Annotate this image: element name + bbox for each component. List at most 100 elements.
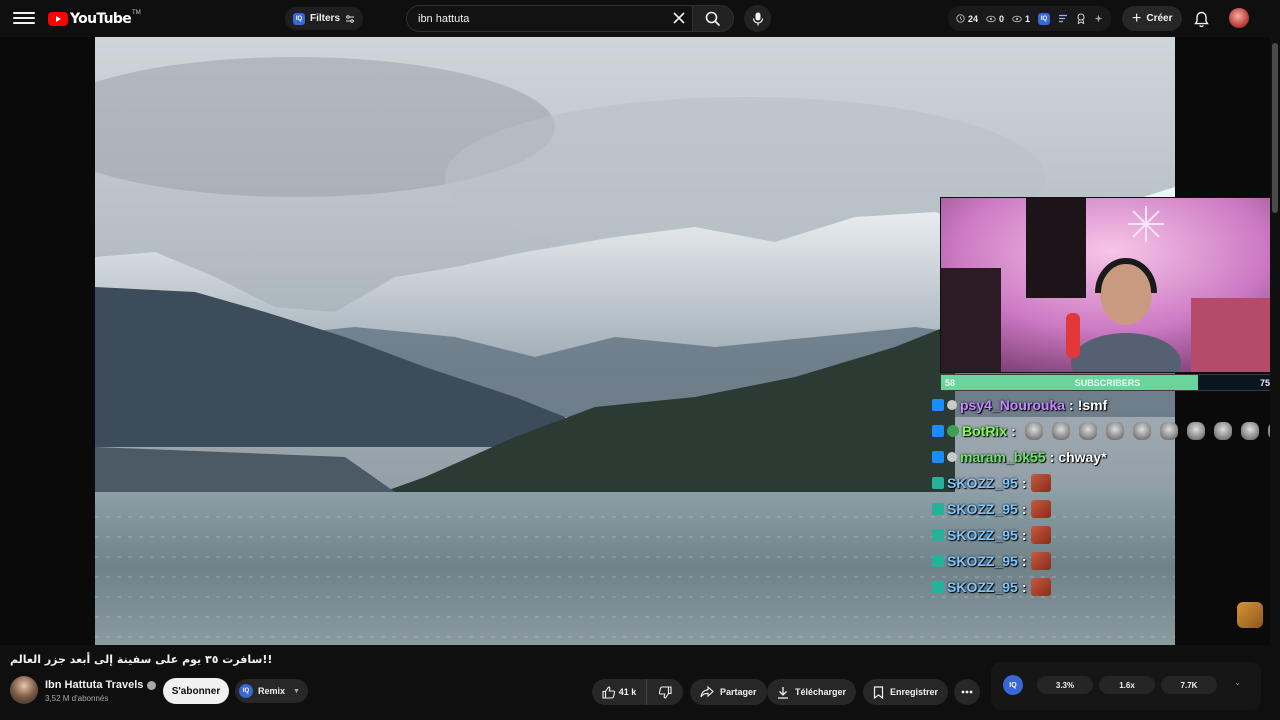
- subscribe-button[interactable]: S'abonner: [163, 678, 229, 704]
- extension-panel: IQ 3.3% 1.6x 7.7K ⌄: [991, 662, 1261, 710]
- share-button[interactable]: Partager: [690, 679, 767, 705]
- chevron-down-icon: ▼: [293, 687, 300, 695]
- subscriber-goal-label: SUBSCRIBERS: [1074, 378, 1141, 388]
- chat-message: psy4_Nourouka: !smf: [932, 392, 1107, 418]
- award-icon[interactable]: [1076, 13, 1086, 24]
- chat-emote: [1213, 422, 1232, 440]
- chat-username[interactable]: maram_bk55: [960, 449, 1046, 465]
- chat-username[interactable]: BotRix: [962, 423, 1007, 439]
- channel-avatar[interactable]: [10, 676, 38, 704]
- chat-separator: :: [1021, 579, 1027, 595]
- more-icon: [961, 690, 973, 694]
- chat-username[interactable]: SKOZZ_95: [947, 579, 1018, 595]
- youtube-logo[interactable]: YouTube TM: [48, 10, 141, 28]
- chat-emote: [1031, 500, 1052, 518]
- notifications-button[interactable]: [1190, 8, 1212, 30]
- chat-username[interactable]: SKOZZ_95: [947, 501, 1018, 517]
- youtube-play-icon: [48, 12, 68, 26]
- iq-icon[interactable]: IQ: [1003, 675, 1023, 695]
- chat-message: SKOZZ_95:: [932, 522, 1052, 548]
- remix-label: Remix: [258, 686, 286, 696]
- chat-username[interactable]: psy4_Nourouka: [960, 397, 1065, 413]
- bookmark-icon: [873, 685, 884, 699]
- chat-separator: :: [1021, 527, 1027, 543]
- chat-separator: :: [1021, 501, 1027, 517]
- filters-button[interactable]: IQ Filters: [285, 7, 364, 30]
- chat-separator: :: [1021, 475, 1027, 491]
- stat-item: 1: [1012, 14, 1030, 24]
- thumbs-down-icon: [658, 685, 672, 699]
- thumbs-up-icon: [602, 685, 615, 699]
- remix-button[interactable]: IQ Remix ▼: [235, 679, 308, 703]
- stat-item: 24: [956, 14, 978, 24]
- list-icon[interactable]: [1058, 14, 1068, 23]
- stat-value: 24: [968, 13, 979, 24]
- iq-icon: IQ: [293, 12, 305, 25]
- chat-emote: [1132, 422, 1151, 440]
- chat-text: chway*: [1058, 449, 1107, 465]
- download-button[interactable]: Télécharger: [767, 679, 857, 705]
- prime-badge-icon: [932, 425, 944, 437]
- chat-emote: [1240, 422, 1259, 440]
- more-actions-button[interactable]: [954, 679, 980, 705]
- chevron-down-icon[interactable]: ⌄: [1234, 678, 1241, 687]
- video-title: !!سافرت ٣٥ يوم على سفينة إلى أبعد جزر ال…: [10, 653, 273, 666]
- chat-message: SKOZZ_95:: [932, 548, 1052, 574]
- iq-icon[interactable]: IQ: [1038, 12, 1051, 25]
- menu-icon[interactable]: [13, 9, 35, 27]
- chat-emote: [1031, 552, 1052, 570]
- prime-badge-icon: [932, 451, 944, 463]
- save-label: Enregistrer: [890, 687, 939, 697]
- extension-stat-pill: 1.6x: [1099, 676, 1155, 694]
- account-avatar[interactable]: [1229, 8, 1249, 28]
- scrollbar-thumb[interactable]: [1272, 43, 1278, 213]
- stat-item: 0: [986, 14, 1004, 24]
- chat-username[interactable]: SKOZZ_95: [947, 553, 1018, 569]
- chat-message: maram_bk55: chway*: [932, 444, 1107, 470]
- voice-search-button[interactable]: [744, 5, 771, 32]
- chat-emote: [1186, 422, 1205, 440]
- verified-bot-icon: [947, 425, 959, 437]
- eye-icon: [986, 15, 996, 22]
- create-label: Créer: [1146, 13, 1173, 24]
- stat-value: 1: [1025, 13, 1031, 24]
- extension-float-icon[interactable]: [1237, 602, 1263, 628]
- plus-icon: +: [1132, 9, 1142, 27]
- clear-search-icon[interactable]: [672, 11, 686, 25]
- save-button[interactable]: Enregistrer: [863, 679, 949, 705]
- stat-value: 0: [999, 13, 1005, 24]
- search-button[interactable]: [692, 5, 734, 32]
- stream-chat: psy4_Nourouka: !smf BotRix: maram_bk55: chwa…: [932, 392, 1280, 600]
- extension-stat-pill: 7.7K: [1161, 676, 1217, 694]
- chat-emote: [1031, 526, 1052, 544]
- chat-username[interactable]: SKOZZ_95: [947, 475, 1018, 491]
- chat-emote: [1105, 422, 1124, 440]
- bell-icon: [1193, 11, 1209, 27]
- chat-username[interactable]: SKOZZ_95: [947, 527, 1018, 543]
- webcam-image: [941, 198, 1279, 372]
- logo-trademark: TM: [132, 10, 141, 16]
- chat-message: SKOZZ_95:: [932, 496, 1052, 522]
- like-count: 41 k: [618, 687, 637, 697]
- user-badge-icon: [947, 452, 957, 462]
- chat-message: SKOZZ_95:: [932, 574, 1052, 600]
- masthead: YouTube TM IQ Filters 24 0 1 IQ: [0, 0, 1280, 37]
- sparkle-icon[interactable]: [1094, 14, 1103, 23]
- clock-icon: [956, 14, 965, 23]
- dislike-button[interactable]: [647, 679, 683, 705]
- chat-emote: [1031, 578, 1052, 596]
- eye-icon: [1012, 15, 1022, 22]
- sub-badge-icon: [932, 529, 944, 541]
- channel-name-text: Ibn Hattuta Travels: [45, 679, 144, 691]
- search-input[interactable]: [418, 12, 658, 25]
- chat-emote: [1031, 474, 1052, 492]
- create-button[interactable]: + Créer: [1122, 6, 1183, 31]
- like-button[interactable]: 41 k: [592, 679, 647, 705]
- chat-emote: [1078, 422, 1097, 440]
- page-scrollbar[interactable]: [1270, 37, 1280, 720]
- like-dislike-group: 41 k: [592, 679, 683, 705]
- chat-emote: [1051, 422, 1070, 440]
- search-box: [406, 5, 696, 32]
- sub-badge-icon: [932, 477, 944, 489]
- channel-name[interactable]: Ibn Hattuta Travels: [45, 679, 157, 691]
